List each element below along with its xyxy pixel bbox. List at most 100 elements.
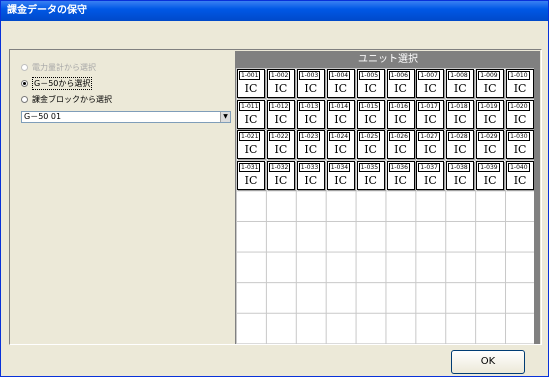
unit-type: IC [334, 143, 348, 157]
unit-cell[interactable]: 1-012 IC [266, 99, 295, 129]
unit-id: 1-021 [239, 132, 261, 142]
unit-cell[interactable]: 1-035 IC [356, 160, 385, 190]
unit-selection-header: ユニット選択 [236, 51, 540, 68]
g50-select[interactable]: G－50 01 ▼ [21, 111, 231, 123]
dialog-window: 課金データの保守 電力量計から選択 G－50から選択 課金ブロックから選択 G－… [0, 0, 549, 377]
unit-cell[interactable]: 1-039 IC [476, 160, 505, 190]
unit-cell[interactable]: 1-021 IC [237, 130, 265, 160]
unit-type: IC [483, 173, 497, 187]
unit-cell[interactable]: 1-011 IC [237, 99, 265, 129]
unit-type: IC [394, 173, 407, 187]
unit-cell[interactable]: 1-023 IC [296, 130, 325, 160]
unit-type: IC [424, 143, 437, 157]
radio-g50[interactable]: G－50から選択 [21, 76, 93, 90]
unit-cell[interactable]: 1-034 IC [326, 160, 355, 190]
unit-cell[interactable]: 1-015 IC [356, 99, 385, 129]
unit-id: 1-038 [448, 162, 470, 172]
unit-type: IC [453, 143, 467, 157]
unit-id: 1-035 [358, 162, 381, 172]
unit-cell[interactable]: 1-029 IC [476, 130, 505, 160]
unit-cell[interactable]: 1-025 IC [356, 130, 385, 160]
unit-type: IC [364, 173, 377, 187]
unit-cell[interactable]: 1-028 IC [446, 130, 475, 160]
unit-cell[interactable]: 1-031 IC [237, 160, 265, 190]
unit-cell[interactable]: 1-014 IC [326, 99, 355, 129]
unit-type: IC [453, 112, 467, 126]
unit-cell[interactable]: 1-009 IC [476, 69, 505, 98]
unit-id: 1-008 [448, 71, 470, 80]
unit-cell[interactable]: 1-038 IC [446, 160, 475, 190]
unit-type: IC [513, 82, 527, 95]
radio-meter[interactable]: 電力量計から選択 [21, 61, 96, 73]
unit-id: 1-004 [328, 71, 351, 80]
radio-meter-circle[interactable] [21, 63, 28, 71]
unit-id: 1-009 [478, 71, 500, 80]
radio-g50-label: G－50から選択 [32, 76, 93, 90]
unit-cell[interactable]: 1-005 IC [356, 69, 385, 98]
unit-cell[interactable]: 1-026 IC [386, 130, 415, 160]
unit-id: 1-005 [358, 71, 381, 80]
unit-id: 1-028 [448, 132, 470, 142]
dropdown-arrow-icon[interactable]: ▼ [220, 112, 230, 122]
unit-cell[interactable]: 1-006 IC [386, 69, 415, 98]
unit-id: 1-003 [298, 71, 321, 80]
unit-id: 1-039 [478, 162, 500, 172]
unit-type: IC [334, 173, 348, 187]
unit-cell[interactable]: 1-027 IC [416, 130, 445, 160]
unit-cell[interactable]: 1-017 IC [416, 99, 445, 129]
unit-id: 1-015 [358, 101, 381, 111]
unit-id: 1-018 [448, 101, 470, 111]
unit-type: IC [394, 82, 407, 95]
unit-id: 1-033 [298, 162, 321, 172]
unit-type: IC [364, 112, 377, 126]
unit-id: 1-014 [328, 101, 351, 111]
unit-cell[interactable]: 1-024 IC [326, 130, 355, 160]
radio-block[interactable]: 課金ブロックから選択 [21, 93, 112, 105]
unit-id: 1-024 [328, 132, 351, 142]
unit-cell[interactable]: 1-008 IC [446, 69, 475, 98]
unit-cell[interactable]: 1-032 IC [266, 160, 295, 190]
unit-cell[interactable]: 1-040 IC [506, 160, 535, 190]
unit-type: IC [244, 143, 258, 157]
unit-id: 1-011 [239, 101, 261, 111]
radio-block-circle[interactable] [21, 95, 28, 103]
unit-id: 1-012 [268, 101, 291, 111]
unit-type: IC [483, 112, 497, 126]
unit-cell[interactable]: 1-016 IC [386, 99, 415, 129]
window-title: 課金データの保守 [1, 1, 548, 21]
unit-id: 1-032 [268, 162, 291, 172]
unit-cell[interactable]: 1-010 IC [506, 69, 535, 98]
unit-cell[interactable]: 1-007 IC [416, 69, 445, 98]
unit-id: 1-040 [508, 162, 530, 172]
ok-button[interactable]: OK [451, 350, 525, 374]
unit-type: IC [304, 112, 318, 126]
unit-cell[interactable]: 1-030 IC [506, 130, 535, 160]
unit-id: 1-026 [388, 132, 410, 142]
unit-cell[interactable]: 1-020 IC [506, 99, 535, 129]
unit-cell[interactable]: 1-036 IC [386, 160, 415, 190]
unit-id: 1-019 [478, 101, 500, 111]
unit-id: 1-020 [508, 101, 530, 111]
unit-type: IC [334, 82, 348, 95]
unit-type: IC [424, 173, 437, 187]
unit-cell[interactable]: 1-019 IC [476, 99, 505, 129]
unit-cell[interactable]: 1-022 IC [266, 130, 295, 160]
unit-cell[interactable]: 1-018 IC [446, 99, 475, 129]
unit-type: IC [424, 82, 437, 95]
unit-cell[interactable]: 1-002 IC [266, 69, 295, 98]
unit-cell[interactable]: 1-013 IC [296, 99, 325, 129]
unit-type: IC [394, 143, 407, 157]
unit-cell[interactable]: 1-033 IC [296, 160, 325, 190]
unit-type: IC [304, 173, 318, 187]
unit-type: IC [274, 173, 288, 187]
unit-scrollbar[interactable] [534, 68, 540, 344]
unit-type: IC [304, 82, 318, 95]
radio-g50-circle[interactable] [21, 79, 28, 87]
unit-id: 1-006 [388, 71, 410, 80]
unit-cell[interactable]: 1-003 IC [296, 69, 325, 98]
unit-cell[interactable]: 1-037 IC [416, 160, 445, 190]
selection-pane: 電力量計から選択 G－50から選択 課金ブロックから選択 G－50 01 ▼ [11, 51, 233, 343]
unit-id: 1-001 [239, 71, 261, 80]
unit-cell[interactable]: 1-001 IC [237, 69, 265, 98]
unit-cell[interactable]: 1-004 IC [326, 69, 355, 98]
